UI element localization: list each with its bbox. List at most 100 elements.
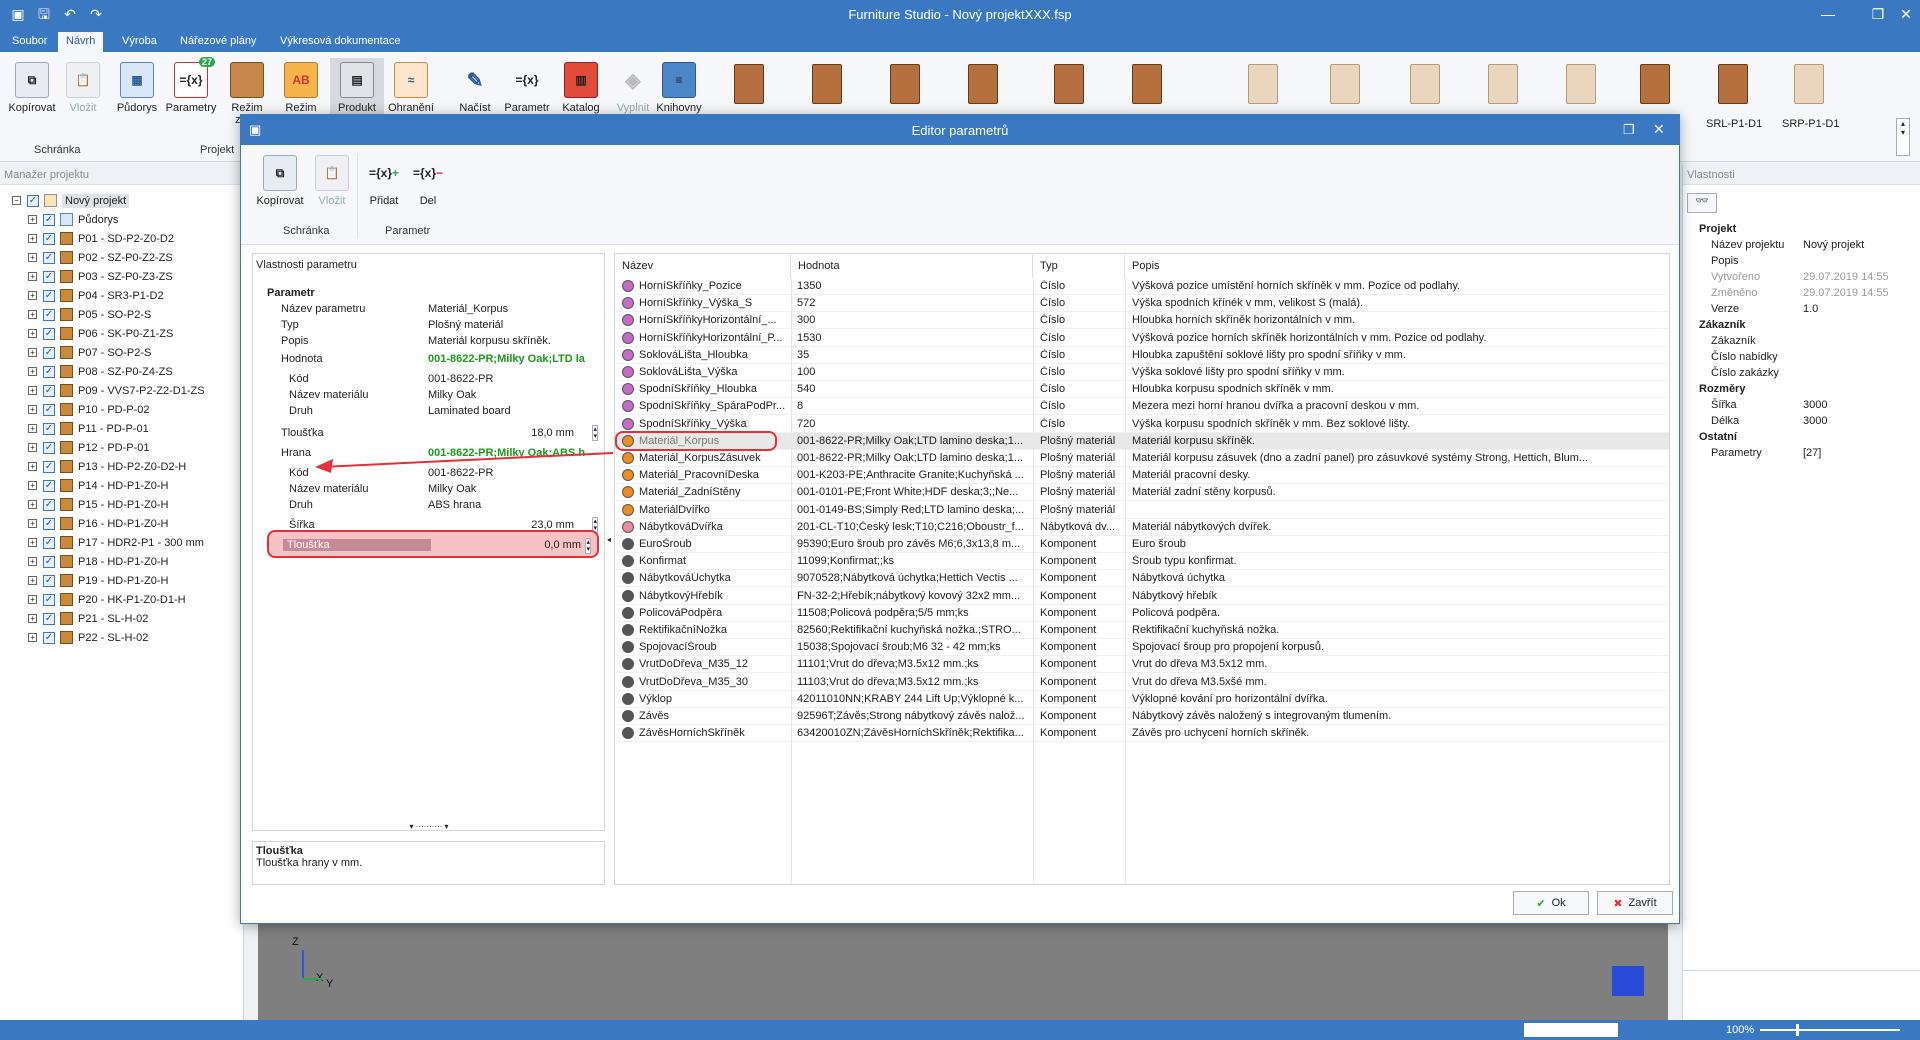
parameter-row[interactable]: Materiál_KorpusZásuvek 001-8622-PR;Milky … [615,450,1669,467]
expand-icon[interactable]: + [28,576,37,585]
checkbox[interactable]: ✓ [43,460,55,473]
tree-item[interactable]: + ✓ Půdorys [28,210,118,229]
tree-item[interactable]: + ✓ P10 - PD-P-02 [28,400,150,419]
expand-icon[interactable]: + [28,500,37,509]
checkbox[interactable]: ✓ [43,574,55,587]
expand-icon[interactable]: + [28,405,37,414]
property-row[interactable]: Zákazník [1697,335,1912,351]
parameter-row[interactable]: Materiál_ZadníStěny 001-0101-PE;Front Whi… [615,484,1669,502]
catalog-cabinet[interactable] [812,64,842,104]
tree-item[interactable]: + ✓ P06 - SK-P0-Z1-ZS [28,324,173,343]
parameter-row[interactable]: VrutDoDřeva_M35_12 11101;Vrut do dřeva;M3… [615,656,1669,674]
expand-icon[interactable]: + [28,614,37,623]
parameter-row[interactable]: SpodníSkříňky_Hloubka 540 Číslo Hloubka kor… [615,381,1669,399]
close-button[interactable]: ✖ Zavřít [1597,891,1673,915]
property-row[interactable]: Číslo zakázky [1697,367,1912,383]
tree-item[interactable]: + ✓ P07 - SO-P2-S [28,343,151,362]
expand-icon[interactable]: + [28,557,37,566]
checkbox[interactable]: ✓ [43,536,55,549]
catalog-cabinet[interactable] [1410,64,1440,104]
load-button[interactable]: ✎ Načíst [448,62,502,115]
param-property-row[interactable]: Hodnota 001-8622-PR;Milky Oak;LTD la [253,350,604,368]
tree-item[interactable]: + ✓ P01 - SD-P2-Z0-D2 [28,229,174,248]
tree-item[interactable]: + ✓ P05 - SO-P2-S [28,305,151,324]
expand-icon[interactable]: + [28,633,37,642]
tree-item[interactable]: + ✓ P16 - HD-P1-Z0-H [28,514,168,533]
catalog-cabinet[interactable] [1054,64,1084,104]
expand-icon[interactable]: + [28,329,37,338]
parameter-row[interactable]: HorníSkříňkyHorizontální_P... 1530 Číslo Vý… [615,330,1669,347]
zoom-slider[interactable] [1760,1029,1900,1031]
tree-item[interactable]: + ✓ P17 - HDR2-P1 - 300 mm [28,533,204,552]
expand-icon[interactable]: + [28,253,37,262]
parameter-row[interactable]: VrutDoDřeva_M35_30 11103;Vrut do dřeva;M3… [615,674,1669,691]
param-numeric-value[interactable]: 18,0 mm [531,427,574,439]
zoom-slider-thumb[interactable] [1796,1024,1799,1036]
expand-icon[interactable]: + [28,367,37,376]
checkbox[interactable]: ✓ [43,403,55,416]
tree-item[interactable]: + ✓ P20 - HK-P1-Z0-D1-H [28,590,186,609]
checkbox[interactable]: ✓ [43,479,55,492]
tree-item[interactable]: + ✓ P21 - SL-H-02 [28,609,148,628]
checkbox[interactable]: ✓ [43,631,55,644]
parameter-row[interactable]: NábytkovýHřebík FN-32-2;Hřebík;nábytkový … [615,588,1669,605]
property-row[interactable]: Název projektu Nový projekt [1697,239,1912,255]
checkbox[interactable]: ✓ [43,422,55,435]
mode-button[interactable]: AB Režim [274,62,328,114]
param-property-row[interactable]: Druh ABS hrana [253,496,604,514]
checkbox[interactable]: ✓ [43,612,55,625]
parameter-row[interactable]: SpodníSkříňky_Výška 720 Číslo Výška korpusu… [615,416,1669,433]
expand-icon[interactable]: + [28,481,37,490]
expand-icon[interactable]: + [28,310,37,319]
catalog-cabinet[interactable] [1132,64,1162,104]
parameter-row[interactable]: NábytkováÚchytka 9070528;Nábytková úchytk… [615,570,1669,588]
parameter-row[interactable]: Výklop 42011010NN;KRABY 244 Lift Up;Výklo… [615,691,1669,708]
dialog-paste-button[interactable]: 📋 Vložit [305,155,359,207]
spin-buttons[interactable]: ▴ ▾ [585,538,591,554]
parameter-row[interactable]: PolicováPodpěra 11508;Policová podpěra;5/… [615,605,1669,622]
menu-narezove-plany[interactable]: Nářezové plány [172,32,264,52]
checkbox[interactable]: ✓ [43,517,55,530]
view-cube-icon[interactable] [1612,966,1644,996]
expand-icon[interactable]: + [28,215,37,224]
checkbox[interactable]: ✓ [43,308,55,321]
checkbox[interactable]: ✓ [27,194,39,207]
menu-soubor[interactable]: Soubor [4,32,55,52]
tree-item[interactable]: + ✓ P18 - HD-P1-Z0-H [28,552,168,571]
ok-button[interactable]: ✔ Ok [1513,891,1589,915]
3d-viewport[interactable]: Z X Y [258,920,1668,1020]
parameter-row[interactable]: Materiál_Korpus 001-8622-PR;Milky Oak;LTD… [615,430,1669,451]
column-header-type[interactable]: Typ [1033,254,1125,278]
tree-item[interactable]: + ✓ P14 - HD-P1-Z0-H [28,476,168,495]
checkbox[interactable]: ✓ [43,213,55,226]
tree-item[interactable]: + ✓ P04 - SR3-P1-D2 [28,286,164,305]
checkbox[interactable]: ✓ [43,365,55,378]
param-property-row[interactable]: Popis Materiál korpusu skříněk. [253,332,604,350]
parameter-row[interactable]: HorníSkříňkyHorizontální_... 300 Číslo Hlou… [615,312,1669,330]
catalog-cabinet[interactable] [1566,64,1596,104]
menu-navrh[interactable]: Návrh [58,32,104,52]
panel-splitter[interactable]: ◂ [607,535,612,551]
parameters-button[interactable]: ={x} 27 Parametry [164,57,218,114]
maximize-icon[interactable]: ❐ [1868,4,1888,24]
parameter-row[interactable]: RektifikačníNožka 82560;Rektifikační kuch… [615,622,1669,639]
minimize-icon[interactable]: — [1818,4,1838,24]
paste-button[interactable]: 📋 Vložit [56,62,110,114]
property-row[interactable]: Délka 3000 [1697,415,1912,431]
tree-item[interactable]: + ✓ P11 - PD-P-01 [28,419,149,438]
tree-item[interactable]: + ✓ P08 - SZ-P0-Z4-ZS [28,362,173,381]
properties-splitter[interactable] [1683,970,1920,971]
catalog-cabinet[interactable] [1330,64,1360,104]
expand-icon[interactable]: + [28,272,37,281]
checkbox[interactable]: ✓ [43,498,55,511]
column-header-value[interactable]: Hodnota [791,254,1033,278]
glasses-icon[interactable]: 👓 [1687,193,1717,213]
checkbox[interactable]: ✓ [43,441,55,454]
edging-button[interactable]: ≈ Ohranění [384,62,438,114]
tree-item[interactable]: + ✓ P13 - HD-P2-Z0-D2-H [28,457,186,476]
property-row[interactable]: Číslo nabídky [1697,351,1912,367]
splitter-grip[interactable]: ▾ ·········· ▾ [397,822,461,831]
menu-vyroba[interactable]: Výroba [114,32,165,52]
expand-icon[interactable]: + [28,291,37,300]
tree-item[interactable]: + ✓ P09 - VVS7-P2-Z2-D1-ZS [28,381,205,400]
